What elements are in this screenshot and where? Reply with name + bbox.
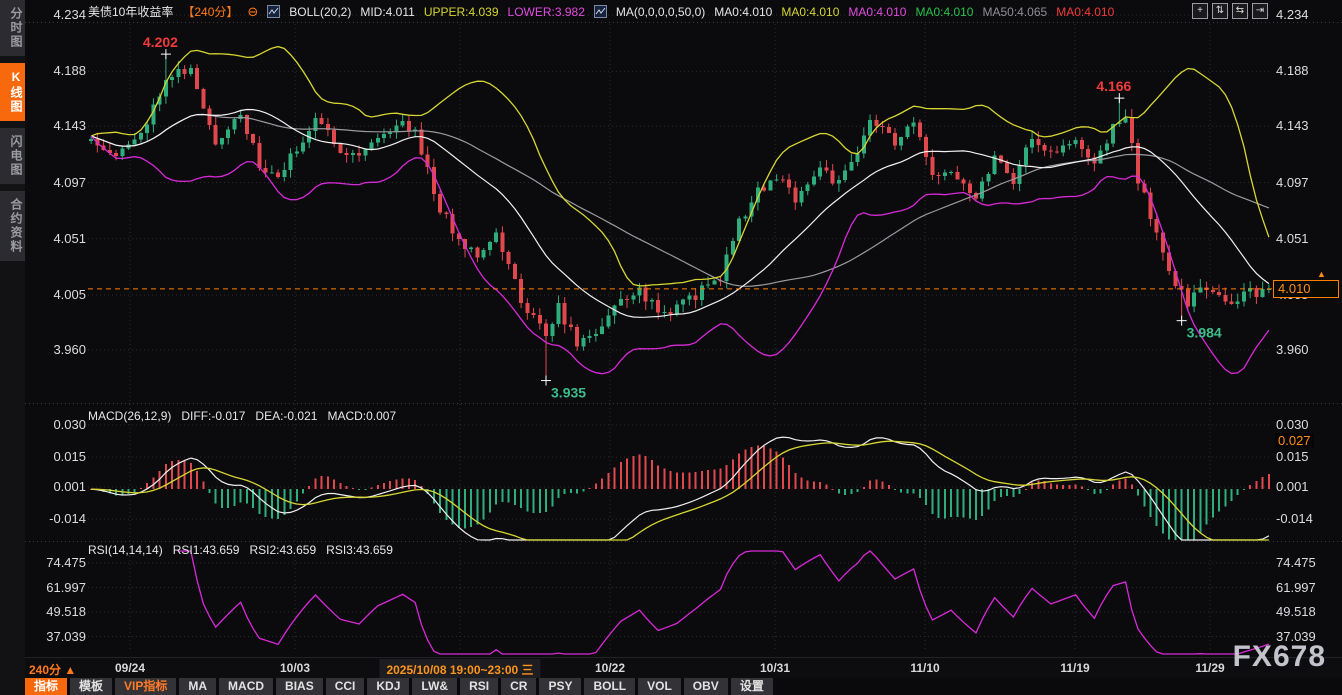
toolbar-item[interactable]: 设置 xyxy=(731,678,773,695)
indicator-toolbar: 指标模板VIP指标MAMACDBIASCCIKDJLW&RSICRPSYBOLL… xyxy=(25,678,1342,695)
boll-upper: UPPER:4.039 xyxy=(424,5,499,19)
boll-settings-icon[interactable] xyxy=(267,5,280,18)
date-label: 10/03 xyxy=(280,661,310,675)
toolbar-item[interactable]: BIAS xyxy=(276,678,323,695)
axis-tick-label: 74.475 xyxy=(1276,555,1316,570)
date-label: 09/24 xyxy=(115,661,145,675)
toolbar-item[interactable]: VIP指标 xyxy=(115,678,176,695)
rsi1-value: RSI1:43.659 xyxy=(173,543,240,557)
interval-label[interactable]: 【240分】 xyxy=(182,3,238,20)
y-axis-scale-icon[interactable]: ⇅ xyxy=(1212,3,1228,19)
svg-text:3.984: 3.984 xyxy=(1187,325,1222,341)
toolbar-item[interactable]: CR xyxy=(501,678,536,695)
sidebar: 分时图 K线图闪电图合约资料 xyxy=(0,0,25,695)
chart-tool-icons: +⇅⇆⇥ xyxy=(1192,3,1268,19)
sidebar-tab[interactable]: 闪电图 xyxy=(0,128,25,184)
rsi2-value: RSI2:43.659 xyxy=(249,543,316,557)
ma-label: MA(0,0,0,0,50,0) xyxy=(616,5,705,19)
macd-right-badge: 0.027 xyxy=(1275,433,1314,448)
axis-tick-label: 37.039 xyxy=(28,629,86,644)
axis-tick-label: 61.997 xyxy=(1276,580,1316,595)
trading-terminal: 4.202 4.166 3.935 3.984 美债10年收益率 【240分】 ⊖ B… xyxy=(0,0,1342,695)
macd-label: MACD(26,12,9) xyxy=(88,409,171,423)
ma-value: MA0:4.010 xyxy=(1056,5,1114,19)
symbol-title: 美债10年收益率 xyxy=(88,3,173,20)
macd-dea: DEA:-0.021 xyxy=(255,409,317,423)
rsi3-value: RSI3:43.659 xyxy=(326,543,393,557)
time-axis: 240分 ▲ 09/24 10/03 10/22 10/31 11/10 11/19 11/… xyxy=(25,657,1342,679)
date-label: 11/29 xyxy=(1195,661,1224,675)
toolbar-item[interactable]: 指标 xyxy=(25,678,67,695)
collapse-pane-icon[interactable]: ⊖ xyxy=(247,5,258,18)
ma-value: MA0:4.010 xyxy=(848,5,906,19)
rsi-y-axis-left: 74.475 61.997 49.518 37.039 xyxy=(28,0,86,695)
ma-value: MA0:4.010 xyxy=(915,5,973,19)
toolbar-item[interactable]: BOLL xyxy=(584,678,635,695)
svg-text:4.166: 4.166 xyxy=(1096,78,1131,94)
axis-tick-label: 49.518 xyxy=(28,604,86,619)
ma-values: MA0:4.010 MA0:4.010 MA0:4.010 MA0:4.010 MA50… xyxy=(714,5,1114,19)
boll-lower: LOWER:3.982 xyxy=(508,5,585,19)
macd-value: MACD:0.007 xyxy=(327,409,396,423)
toolbar-item[interactable]: MA xyxy=(179,678,216,695)
toolbar-item[interactable]: KDJ xyxy=(367,678,409,695)
svg-text:3.935: 3.935 xyxy=(551,385,586,401)
toolbar-item[interactable]: LW& xyxy=(412,678,457,695)
date-label: 11/10 xyxy=(910,661,939,675)
ma-settings-icon[interactable] xyxy=(594,5,607,18)
axis-tick-label: 49.518 xyxy=(1276,604,1316,619)
rsi-label: RSI(14,14,14) xyxy=(88,543,163,557)
chart-header: 美债10年收益率 【240分】 ⊖ BOLL(20,2) MID:4.011 U… xyxy=(88,3,1114,20)
macd-diff: DIFF:-0.017 xyxy=(181,409,245,423)
current-price-badge: 4.010 xyxy=(1273,280,1339,298)
x-axis-scale-icon[interactable]: ⇆ xyxy=(1232,3,1248,19)
svg-text:4.202: 4.202 xyxy=(143,34,178,50)
watermark: FX678 xyxy=(1233,640,1326,674)
boll-label: BOLL(20,2) xyxy=(289,5,351,19)
ma-value: MA0:4.010 xyxy=(781,5,839,19)
axis-tick-label: 61.997 xyxy=(28,580,86,595)
rsi-y-axis-right: 74.47561.99749.51837.039 xyxy=(1276,0,1338,695)
candlestick-chart-canvas[interactable]: 4.202 4.166 3.935 3.984 xyxy=(0,0,1342,695)
snap-to-last-icon[interactable]: ⇥ xyxy=(1252,3,1268,19)
macd-header: MACD(26,12,9) DIFF:-0.017 DEA:-0.021 MAC… xyxy=(88,409,396,423)
toolbar-item[interactable]: 模板 xyxy=(70,678,112,695)
toolbar-item[interactable]: VOL xyxy=(638,678,681,695)
ma-value: MA50:4.065 xyxy=(982,5,1047,19)
price-up-arrow-icon: ▲ xyxy=(1317,269,1326,279)
ma-value: MA0:4.010 xyxy=(714,5,772,19)
toolbar-item[interactable]: OBV xyxy=(684,678,728,695)
sidebar-tab[interactable]: K线图 xyxy=(0,63,25,121)
toolbar-item[interactable]: MACD xyxy=(219,678,273,695)
selected-candle-date: 2025/10/08 19:00~23:00 三 xyxy=(379,659,540,680)
move-crosshair-icon[interactable]: + xyxy=(1192,3,1208,19)
rsi-header: RSI(14,14,14) RSI1:43.659 RSI2:43.659 RS… xyxy=(88,543,393,557)
sidebar-tab[interactable]: 分时图 xyxy=(0,0,25,56)
toolbar-item[interactable]: PSY xyxy=(539,678,581,695)
date-label: 10/31 xyxy=(760,661,790,675)
boll-mid: MID:4.011 xyxy=(360,5,414,19)
date-label: 11/19 xyxy=(1060,661,1089,675)
toolbar-item[interactable]: CCI xyxy=(326,678,365,695)
sidebar-tab[interactable]: 合约资料 xyxy=(0,191,25,261)
interval-selector[interactable]: 240分 ▲ xyxy=(29,661,76,678)
axis-tick-label: 74.475 xyxy=(28,555,86,570)
date-label: 10/22 xyxy=(595,661,625,675)
toolbar-item[interactable]: RSI xyxy=(460,678,498,695)
